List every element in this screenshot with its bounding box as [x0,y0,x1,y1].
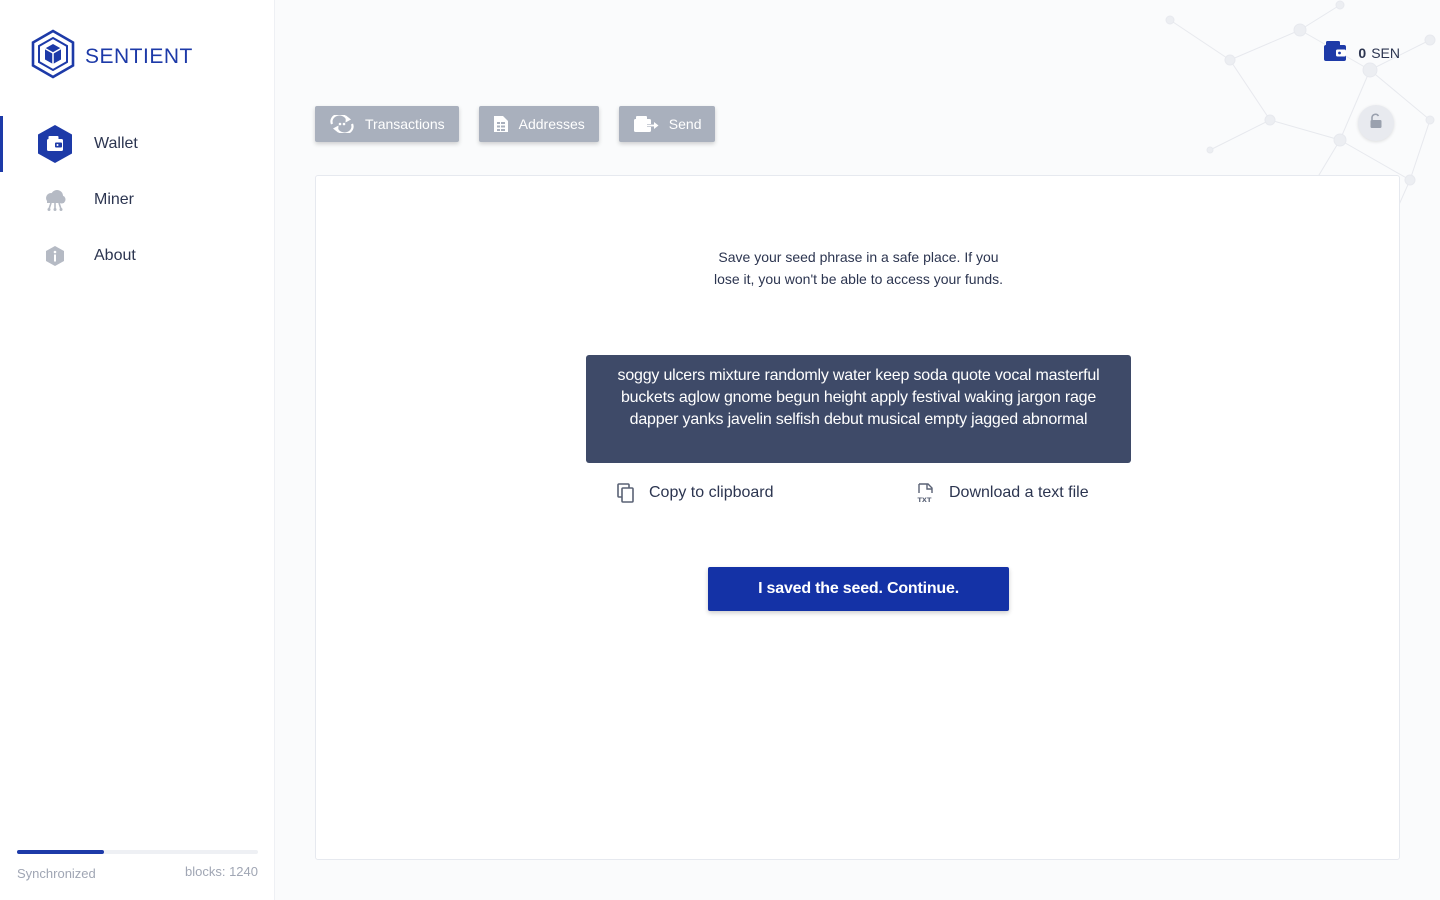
lock-wallet-button[interactable] [1358,105,1394,141]
sidebar-nav: Wallet Miner About [0,116,275,284]
address-book-icon [493,115,509,133]
send-button[interactable]: Send [618,106,716,142]
transactions-button[interactable]: Transactions [315,106,459,142]
transactions-arrows-icon [329,115,355,133]
sync-status: Synchronized blocks: 1240 [17,850,258,881]
balance-unit: SEN [1371,44,1400,61]
instructions-line: Save your seed phrase in a safe place. I… [718,249,999,265]
copy-to-clipboard-button[interactable]: Copy to clipboard [616,483,774,503]
sidebar: SENTIENT Wallet Miner About Synchronized… [0,0,275,900]
txt-file-icon: TXT [916,483,936,503]
send-label: Send [668,116,702,132]
block-count: blocks: 1240 [185,864,258,879]
seed-backup-panel: Save your seed phrase in a safe place. I… [315,175,1400,860]
wallet-icon [35,124,75,164]
sidebar-item-miner[interactable]: Miner [0,172,275,228]
transactions-label: Transactions [365,116,445,132]
logo: SENTIENT [30,29,193,84]
seed-actions: Copy to clipboard TXT Download a text fi… [616,483,1116,507]
send-wallet-icon [633,115,659,133]
sidebar-item-about[interactable]: About [0,228,275,284]
sidebar-item-label: Wallet [94,135,138,152]
sidebar-item-label: Miner [94,191,135,208]
download-label: Download a text file [949,484,1089,501]
svg-text:TXT: TXT [918,496,932,503]
copy-label: Copy to clipboard [649,484,774,501]
sidebar-item-label: About [94,247,136,264]
miner-cloud-icon [35,180,75,220]
addresses-button[interactable]: Addresses [478,106,599,142]
wallet-icon [1323,40,1347,65]
balance-display: 0 SEN [1323,40,1400,65]
sync-progress-bar [17,850,258,854]
app-name: SENTIENT [85,44,193,68]
sidebar-item-wallet[interactable]: Wallet [0,116,275,172]
addresses-label: Addresses [518,116,585,132]
balance-amount: 0 [1358,44,1367,61]
app-window: SENTIENT Wallet Miner About Synchronized… [0,0,1440,900]
seed-instructions: Save your seed phrase in a safe place. I… [316,246,1401,290]
instructions-line: lose it, you won't be able to access you… [713,271,1004,287]
info-icon [35,236,75,276]
sync-status-label: Synchronized [17,866,96,881]
wallet-toolbar: Transactions Addresses Send [315,106,735,142]
lock-open-icon [1368,113,1384,134]
sync-progress-fill [17,850,104,854]
seed-phrase-box: soggy ulcers mixture randomly water keep… [586,355,1131,463]
continue-button[interactable]: I saved the seed. Continue. [708,567,1009,611]
copy-icon [616,483,636,503]
download-text-file-button[interactable]: TXT Download a text file [916,483,1089,503]
sentient-logo-icon [30,29,76,84]
